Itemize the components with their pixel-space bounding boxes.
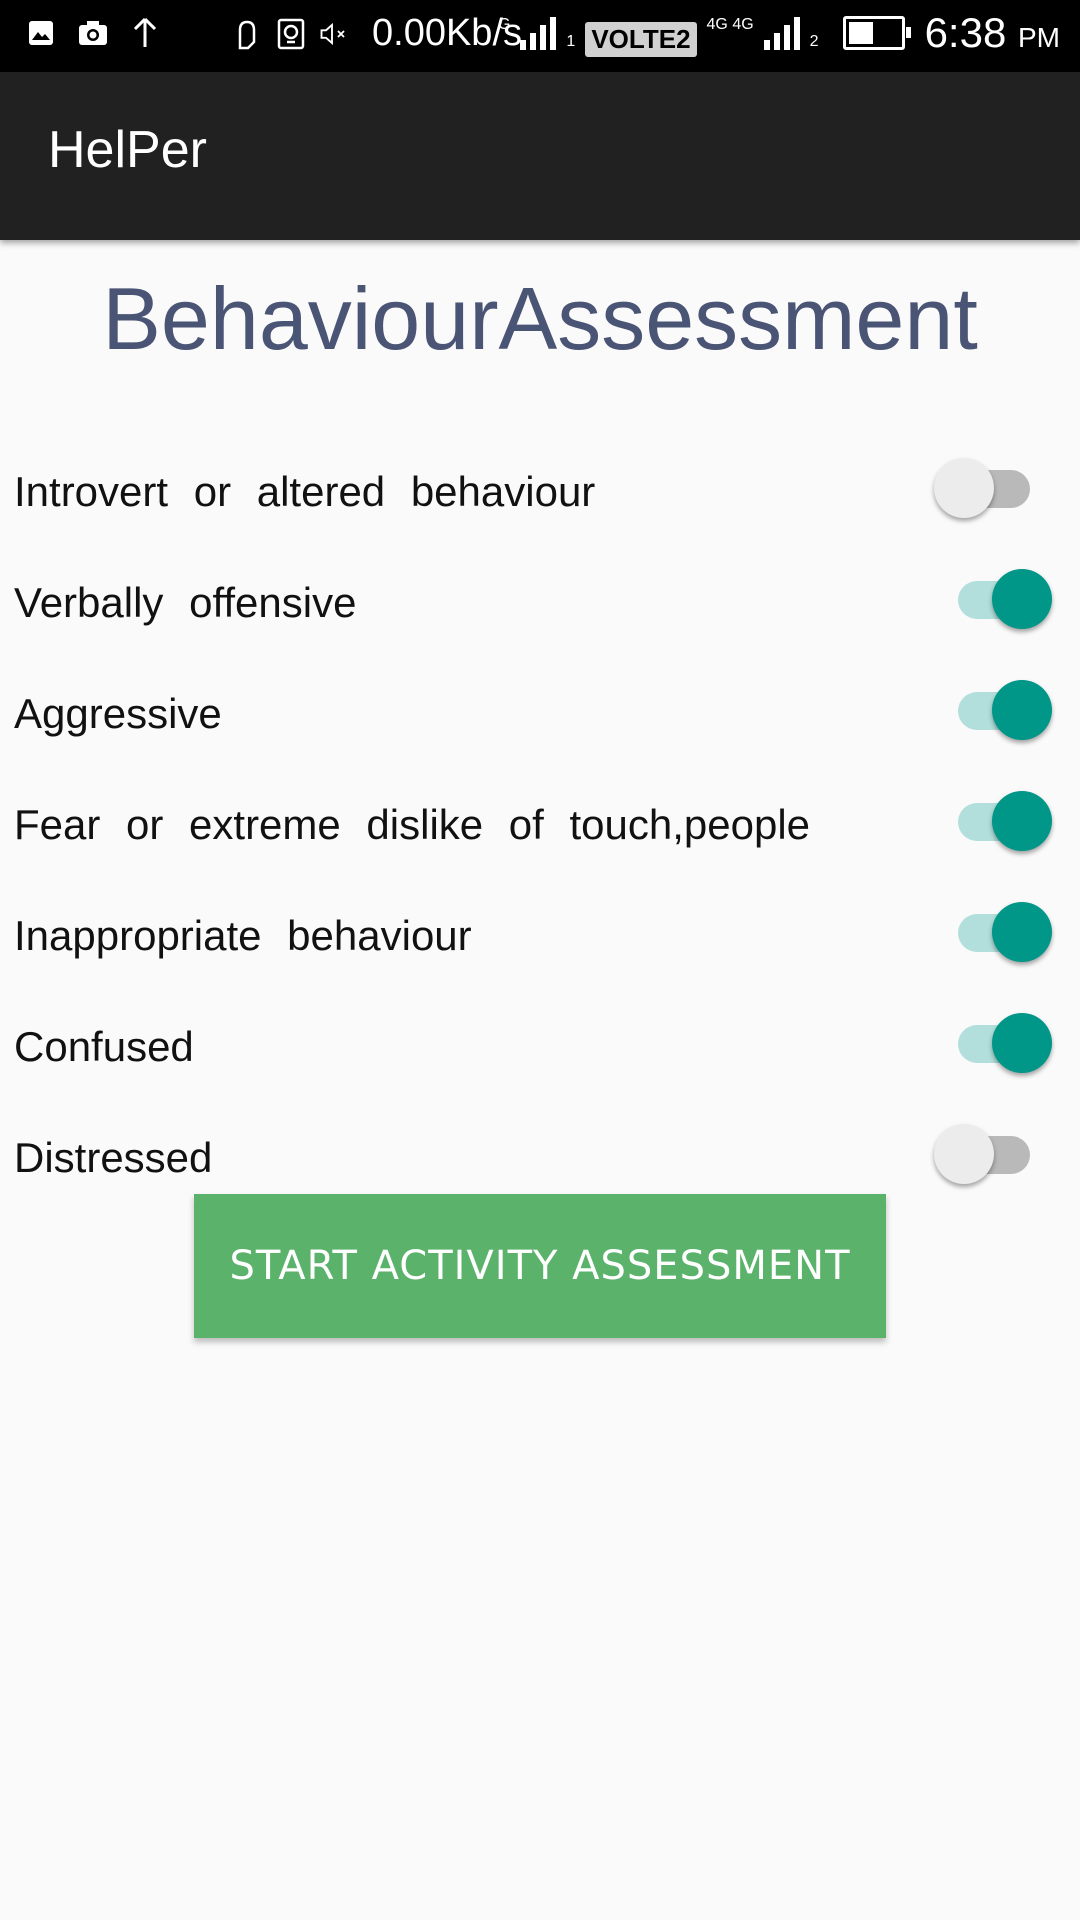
clock-time: 6:38	[924, 8, 1007, 56]
toggle-switch-confused[interactable]	[950, 1005, 1060, 1075]
app-title: HelPer	[48, 121, 207, 179]
app-bar: HelPer	[0, 72, 1080, 240]
toggle-switch-fear-of-touch[interactable]	[950, 783, 1060, 853]
switch-thumb	[934, 458, 994, 518]
upload-icon	[130, 16, 160, 50]
sim2-index: 2	[809, 32, 819, 50]
sim2-type: 4G 4G	[706, 15, 754, 33]
switch-thumb	[992, 902, 1052, 962]
toggle-row-aggressive: Aggressive	[0, 664, 1080, 764]
camera-icon	[78, 16, 108, 50]
sim1-index: 1	[566, 32, 576, 50]
sim2-signal-icon	[763, 16, 800, 50]
volte-badge: VOLTE2	[585, 22, 697, 57]
toggle-label: Verbally offensive	[14, 579, 357, 626]
toggle-label: Aggressive	[14, 690, 222, 737]
page-title: BehaviourAssessment	[102, 269, 978, 368]
toggle-row-distressed: Distressed	[0, 1108, 1080, 1208]
sim1-signal-icon	[520, 16, 557, 50]
hand-icon	[232, 17, 262, 51]
battery-icon	[842, 15, 911, 50]
toggle-row-confused: Confused	[0, 997, 1080, 1097]
sim1-type: G	[497, 15, 511, 33]
toggle-label: Confused	[14, 1023, 194, 1070]
switch-thumb	[992, 1013, 1052, 1073]
toggle-label: Inappropriate behaviour	[14, 912, 472, 959]
toggle-switch-verbally-offensive[interactable]	[950, 561, 1060, 631]
toggle-label: Distressed	[14, 1134, 213, 1181]
clock-ampm: PM	[1018, 21, 1060, 53]
mute-icon	[320, 17, 350, 51]
switch-thumb	[992, 680, 1052, 740]
clock: 6:38 PM	[925, 9, 1060, 57]
toggle-row-inappropriate: Inappropriate behaviour	[0, 886, 1080, 986]
toggle-switch-inappropriate[interactable]	[950, 894, 1060, 964]
image-icon	[26, 16, 56, 50]
toggle-label: Introvert or altered behaviour	[14, 468, 596, 515]
toggle-label: Fear or extreme dislike of touch,people	[14, 801, 811, 848]
status-bar: 0.00Kb/s G 1 VOLTE2 4G 4G 2 6:38 PM	[0, 0, 1080, 72]
toggle-row-fear-of-touch: Fear or extreme dislike of touch,people	[0, 775, 1080, 875]
toggle-switch-introvert[interactable]	[926, 450, 1036, 520]
alarm-icon	[276, 17, 306, 51]
switch-thumb	[934, 1124, 994, 1184]
switch-thumb	[992, 569, 1052, 629]
start-activity-assessment-button[interactable]: START ACTIVITY ASSESSMENT	[194, 1194, 886, 1338]
toggle-row-verbally-offensive: Verbally offensive	[0, 553, 1080, 653]
toggle-switch-aggressive[interactable]	[950, 672, 1060, 742]
toggle-switch-distressed[interactable]	[926, 1116, 1036, 1186]
toggle-row-introvert: Introvert or altered behaviour	[0, 442, 1080, 542]
switch-thumb	[992, 791, 1052, 851]
